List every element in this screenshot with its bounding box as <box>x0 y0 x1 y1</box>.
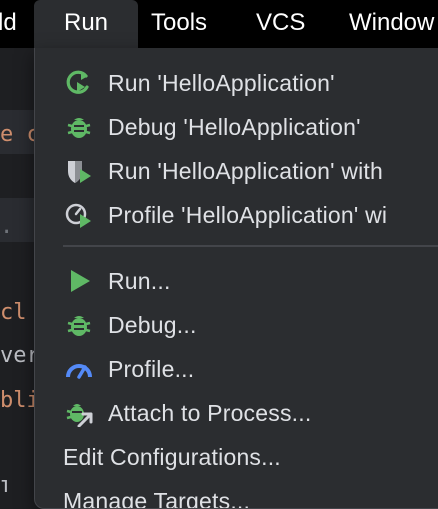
menu-bar: ld Run Tools VCS Window <box>0 0 438 48</box>
code-fragment: l <box>0 478 14 492</box>
menu-item-label: Debug... <box>108 312 197 338</box>
debug-bug-icon <box>65 113 93 141</box>
code-fragment: bli <box>0 388 34 413</box>
menu-build[interactable]: ld <box>0 0 17 48</box>
profiler-gauge-icon <box>65 355 93 383</box>
code-fragment: ver <box>0 343 34 368</box>
menu-item-manage-targets[interactable]: Manage Targets... <box>35 479 438 509</box>
menu-item-label: Attach to Process... <box>108 400 312 426</box>
menu-separator <box>63 245 438 247</box>
profile-run-icon <box>65 201 93 229</box>
menu-window[interactable]: Window <box>349 0 434 48</box>
editor-code-visible-strip: e c . cl ver bli l <box>0 48 34 492</box>
menu-item-edit-configurations[interactable]: Edit Configurations... <box>35 435 438 479</box>
menu-run[interactable]: Run <box>34 0 138 48</box>
menu-item-run-ellipsis[interactable]: Run... <box>35 259 438 303</box>
menu-vcs[interactable]: VCS <box>256 0 305 48</box>
rerun-icon <box>65 69 93 97</box>
code-fragment: e c <box>0 122 34 147</box>
menu-item-label: Run... <box>108 268 171 294</box>
menu-item-label: Profile... <box>108 356 195 382</box>
menu-item-attach-to-process[interactable]: Attach to Process... <box>35 391 438 435</box>
menu-item-profile-helloapplication[interactable]: Profile 'HelloApplication' wi <box>35 193 438 237</box>
menu-item-debug-helloapplication[interactable]: Debug 'HelloApplication' <box>35 105 438 149</box>
code-fragment: . <box>0 214 14 239</box>
menu-tools[interactable]: Tools <box>151 0 207 48</box>
run-menu-dropdown: Run 'HelloApplication' Debug 'HelloAppli… <box>34 48 438 509</box>
menu-item-label: Run 'HelloApplication' <box>108 70 335 96</box>
menu-item-run-with-coverage[interactable]: Run 'HelloApplication' with <box>35 149 438 193</box>
run-play-icon <box>65 267 93 295</box>
run-with-coverage-icon <box>65 157 93 185</box>
menu-item-run-helloapplication[interactable]: Run 'HelloApplication' <box>35 61 438 105</box>
menu-item-label: Run 'HelloApplication' with <box>108 158 383 184</box>
code-fragment: cl <box>0 300 27 325</box>
menu-item-profile-ellipsis[interactable]: Profile... <box>35 347 438 391</box>
menu-item-debug-ellipsis[interactable]: Debug... <box>35 303 438 347</box>
attach-debugger-icon <box>65 399 93 428</box>
menu-item-label: Debug 'HelloApplication' <box>108 114 361 140</box>
menu-item-label: Manage Targets... <box>63 488 251 509</box>
debug-bug-icon <box>65 311 93 339</box>
menu-item-label: Edit Configurations... <box>63 444 281 470</box>
menu-item-label: Profile 'HelloApplication' wi <box>108 202 388 228</box>
